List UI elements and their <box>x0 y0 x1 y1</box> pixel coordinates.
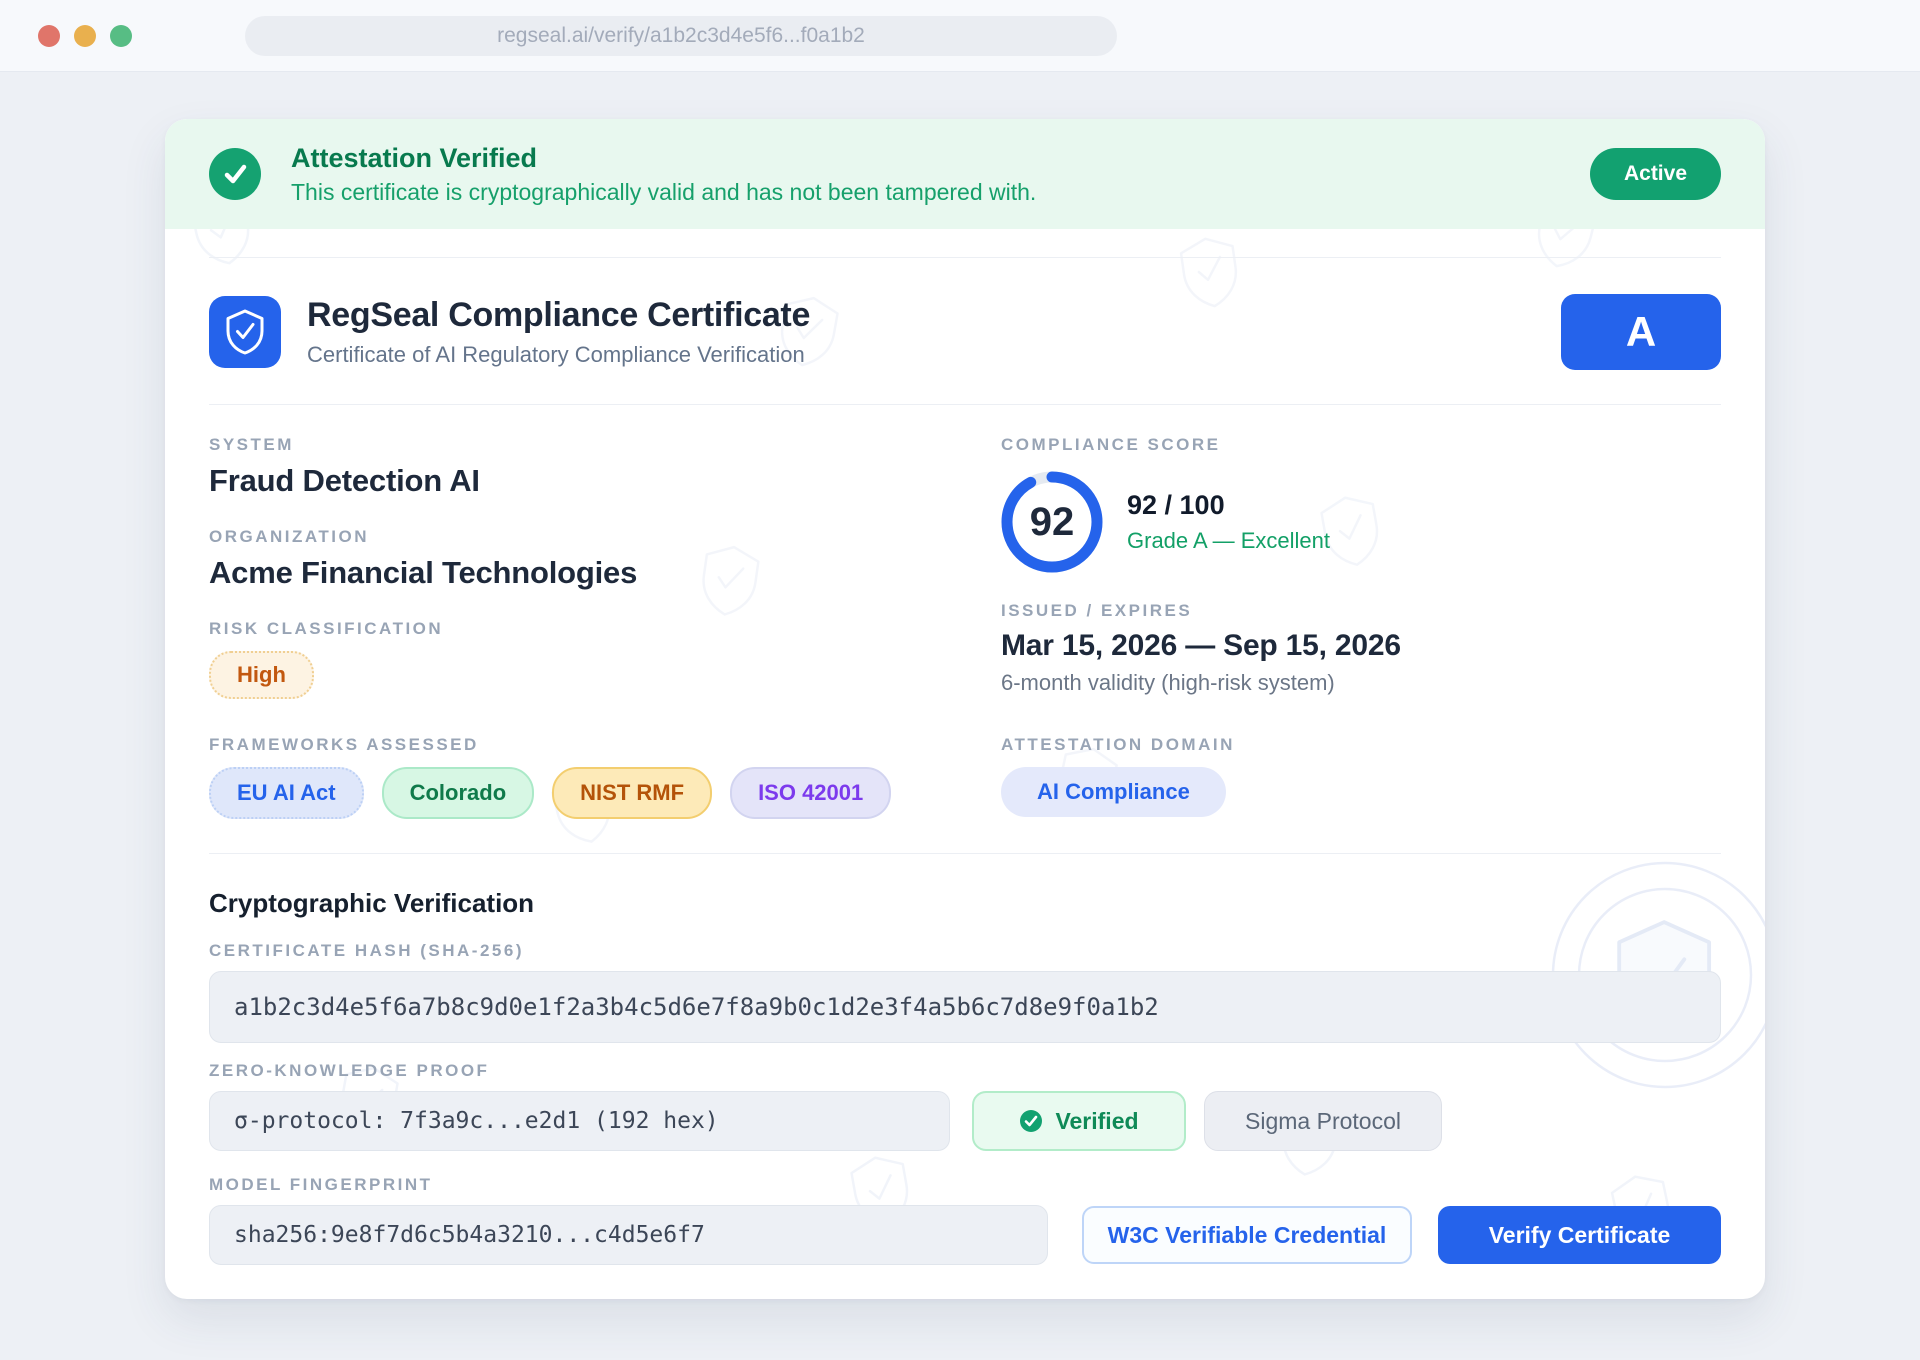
framework-badge-iso-42001: ISO 42001 <box>730 767 891 819</box>
validity-label: ISSUED / EXPIRES <box>1001 601 1721 621</box>
crypto-section: Cryptographic Verification CERTIFICATE H… <box>165 888 1765 1265</box>
status-badge: Active <box>1590 148 1721 200</box>
divider <box>209 853 1721 854</box>
fingerprint-label: MODEL FINGERPRINT <box>209 1175 1721 1195</box>
framework-badge-eu-ai-act: EU AI Act <box>209 767 364 819</box>
attestation-status-banner: Attestation Verified This certificate is… <box>165 119 1765 229</box>
fingerprint-value: sha256:9e8f7d6c5b4a3210...c4d5e6f7 <box>234 1222 705 1248</box>
score-label: COMPLIANCE SCORE <box>1001 435 1721 455</box>
banner-subtitle: This certificate is cryptographically va… <box>291 179 1036 206</box>
zkp-protocol-label: Sigma Protocol <box>1245 1108 1401 1135</box>
zkp-row: σ-protocol: 7f3a9c...e2d1 (192 hex) Veri… <box>209 1091 1721 1151</box>
banner-title: Attestation Verified <box>291 143 1036 174</box>
check-circle-icon <box>1019 1109 1043 1133</box>
browser-chrome: regseal.ai/verify/a1b2c3d4e5f6...f0a1b2 <box>0 0 1920 72</box>
address-bar-url: regseal.ai/verify/a1b2c3d4e5f6...f0a1b2 <box>497 24 865 48</box>
organization-block: ORGANIZATION Acme Financial Technologies <box>209 527 1001 591</box>
frameworks-block: FRAMEWORKS ASSESSED EU AI Act Colorado N… <box>209 735 1001 819</box>
minimize-window-button[interactable] <box>74 25 96 47</box>
page-title: RegSeal Compliance Certificate <box>307 296 810 335</box>
page-subtitle: Certificate of AI Regulatory Compliance … <box>307 342 810 368</box>
score-grade: Grade A — Excellent <box>1127 528 1330 554</box>
score-number: 92 <box>1001 471 1103 573</box>
domain-label: ATTESTATION DOMAIN <box>1001 735 1721 755</box>
score-ring: 92 <box>1001 471 1103 573</box>
zkp-verified-label: Verified <box>1055 1108 1138 1135</box>
risk-block: RISK CLASSIFICATION High <box>209 619 1001 699</box>
validity-note: 6-month validity (high-risk system) <box>1001 670 1721 696</box>
certificate-details: SYSTEM Fraud Detection AI ORGANIZATION A… <box>165 405 1765 819</box>
organization-label: ORGANIZATION <box>209 527 1001 547</box>
check-circle-icon <box>209 148 261 200</box>
zkp-verified-badge: Verified <box>972 1091 1186 1151</box>
risk-badge: High <box>209 651 314 699</box>
system-label: SYSTEM <box>209 435 1001 455</box>
fingerprint-row: sha256:9e8f7d6c5b4a3210...c4d5e6f7 W3C V… <box>209 1205 1721 1265</box>
zkp-value: σ-protocol: 7f3a9c...e2d1 (192 hex) <box>234 1108 719 1134</box>
domain-block: ATTESTATION DOMAIN AI Compliance <box>1001 735 1721 819</box>
fingerprint-value-field: sha256:9e8f7d6c5b4a3210...c4d5e6f7 <box>209 1205 1048 1265</box>
w3c-credential-button[interactable]: W3C Verifiable Credential <box>1082 1206 1412 1264</box>
hash-label: CERTIFICATE HASH (SHA-256) <box>209 941 1721 961</box>
verify-certificate-button[interactable]: Verify Certificate <box>1438 1206 1721 1264</box>
system-block: SYSTEM Fraud Detection AI <box>209 435 1001 499</box>
crypto-section-title: Cryptographic Verification <box>209 888 1721 919</box>
certificate-card: Attestation Verified This certificate is… <box>165 119 1765 1299</box>
details-left-column: SYSTEM Fraud Detection AI ORGANIZATION A… <box>209 435 1001 699</box>
validity-dates: Mar 15, 2026 — Sep 15, 2026 <box>1001 629 1721 663</box>
certificate-hash-value: a1b2c3d4e5f6a7b8c9d0e1f2a3b4c5d6e7f8a9b0… <box>234 993 1159 1021</box>
zkp-protocol-badge: Sigma Protocol <box>1204 1091 1442 1151</box>
score-block: 92 92 / 100 Grade A — Excellent <box>1001 471 1721 573</box>
framework-badge-nist-rmf: NIST RMF <box>552 767 712 819</box>
risk-label: RISK CLASSIFICATION <box>209 619 1001 639</box>
zkp-label: ZERO-KNOWLEDGE PROOF <box>209 1061 1721 1081</box>
shield-check-icon <box>209 296 281 368</box>
window-controls <box>38 25 132 47</box>
validity-block: ISSUED / EXPIRES Mar 15, 2026 — Sep 15, … <box>1001 601 1721 696</box>
close-window-button[interactable] <box>38 25 60 47</box>
details-right-column: COMPLIANCE SCORE 92 92 / 100 Grade A — E… <box>1001 435 1721 699</box>
certificate-hash-field: a1b2c3d4e5f6a7b8c9d0e1f2a3b4c5d6e7f8a9b0… <box>209 971 1721 1043</box>
zkp-value-field: σ-protocol: 7f3a9c...e2d1 (192 hex) <box>209 1091 950 1151</box>
score-fraction: 92 / 100 <box>1127 490 1330 521</box>
domain-badge: AI Compliance <box>1001 767 1226 817</box>
certificate-header: RegSeal Compliance Certificate Certifica… <box>165 258 1765 404</box>
grade-badge: A <box>1561 294 1721 370</box>
organization-value: Acme Financial Technologies <box>209 555 1001 591</box>
frameworks-label: FRAMEWORKS ASSESSED <box>209 735 1001 755</box>
system-value: Fraud Detection AI <box>209 463 1001 499</box>
page: regseal.ai/verify/a1b2c3d4e5f6...f0a1b2 <box>0 0 1920 1360</box>
address-bar[interactable]: regseal.ai/verify/a1b2c3d4e5f6...f0a1b2 <box>245 16 1117 56</box>
maximize-window-button[interactable] <box>110 25 132 47</box>
framework-badge-colorado: Colorado <box>382 767 535 819</box>
